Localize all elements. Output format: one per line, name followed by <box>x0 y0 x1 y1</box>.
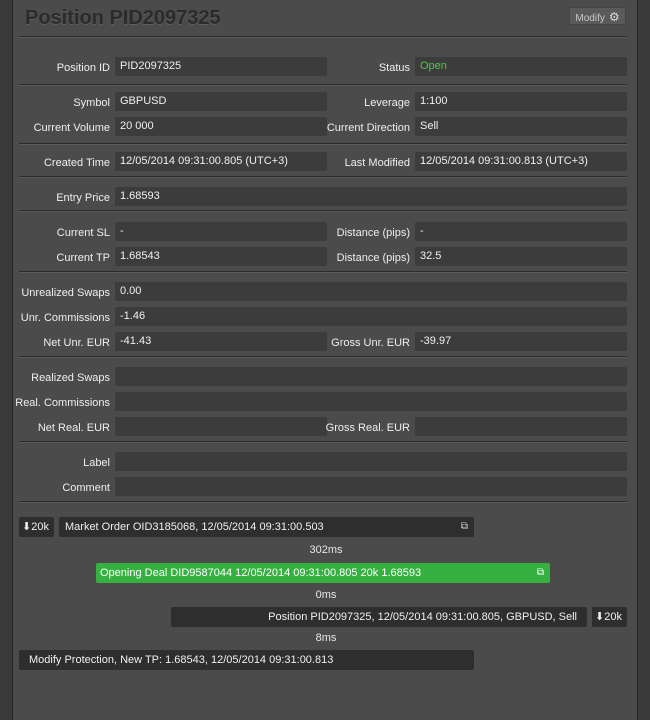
current-tp-label: Current TP <box>56 252 110 264</box>
position-item[interactable]: Position PID2097325, 12/05/2014 09:31:00… <box>171 607 587 627</box>
distance-sl-field: - <box>415 222 627 241</box>
gross-real-field <box>415 417 627 436</box>
gap-label-2: 0ms <box>315 589 337 601</box>
comment-field[interactable] <box>115 477 627 496</box>
last-modified-label: Last Modified <box>344 157 410 169</box>
current-direction-label: Current Direction <box>326 122 410 134</box>
symbol-label: Symbol <box>73 97 110 109</box>
modify-protection-text: Modify Protection, New TP: 1.68543, 12/0… <box>29 654 334 666</box>
current-tp-field: 1.68543 <box>115 247 327 266</box>
divider <box>19 501 627 503</box>
gross-unr-label: Gross Unr. EUR <box>331 337 410 349</box>
status-field: Open <box>415 57 627 76</box>
current-direction-field: Sell <box>415 117 627 136</box>
external-link-icon[interactable]: ⧉ <box>461 517 468 537</box>
position-id-field: PID2097325 <box>115 57 327 76</box>
entry-price-label: Entry Price <box>56 192 110 204</box>
net-unr-field: -41.43 <box>115 332 327 351</box>
gap-label-3: 8ms <box>315 632 337 644</box>
net-real-label: Net Real. EUR <box>37 422 110 434</box>
position-panel: Position PID2097325 Modify ⚙ Position ID … <box>12 0 638 720</box>
divider <box>19 36 627 38</box>
symbol-field: GBPUSD <box>115 92 327 111</box>
divider <box>19 356 627 358</box>
modify-protection-item[interactable]: Modify Protection, New TP: 1.68543, 12/0… <box>19 650 474 670</box>
divider <box>19 271 627 273</box>
unr-commissions-field: -1.46 <box>115 307 627 326</box>
position-id-label: Position ID <box>56 62 110 74</box>
last-modified-field: 12/05/2014 09:31:00.813 (UTC+3) <box>415 152 627 171</box>
real-commissions-field <box>115 392 627 411</box>
market-order-text: Market Order OID3185068, 12/05/2014 09:3… <box>65 521 324 533</box>
current-sl-field: - <box>115 222 327 241</box>
current-sl-label: Current SL <box>56 227 110 239</box>
arrow-down-icon: ⬇ <box>595 611 605 623</box>
external-link-icon[interactable]: ⧉ <box>537 563 544 583</box>
page-title: Position PID2097325 <box>25 7 221 29</box>
distance-tp-field: 32.5 <box>415 247 627 266</box>
distance-tp-label: Distance (pips) <box>336 252 410 264</box>
divider <box>19 210 627 212</box>
arrow-down-icon: ⬇ <box>22 521 32 533</box>
realized-swaps-field <box>115 367 627 386</box>
net-unr-label: Net Unr. EUR <box>43 337 110 349</box>
gear-icon: ⚙ <box>608 10 620 24</box>
opening-deal-item[interactable]: Opening Deal DID9587044 12/05/2014 09:31… <box>96 563 550 583</box>
position-text: Position PID2097325, 12/05/2014 09:31:00… <box>268 611 577 623</box>
market-order-item[interactable]: Market Order OID3185068, 12/05/2014 09:3… <box>59 517 474 537</box>
divider <box>19 176 627 178</box>
created-time-field: 12/05/2014 09:31:00.805 (UTC+3) <box>115 152 327 171</box>
unrealized-swaps-label: Unrealized Swaps <box>21 287 110 299</box>
label-field[interactable] <box>115 452 627 471</box>
current-volume-field: 20 000 <box>115 117 327 136</box>
divider <box>19 143 627 145</box>
order-volume-text: 20k <box>31 521 49 533</box>
opening-deal-text: Opening Deal DID9587044 12/05/2014 09:31… <box>100 567 422 579</box>
entry-price-field: 1.68593 <box>115 187 627 206</box>
gross-unr-field: -39.97 <box>415 332 627 351</box>
unr-commissions-label: Unr. Commissions <box>20 312 110 324</box>
comment-label: Comment <box>62 482 110 494</box>
position-volume-badge: ⬇20k <box>592 607 627 627</box>
order-volume-badge: ⬇20k <box>19 517 54 537</box>
label-label: Label <box>83 457 110 469</box>
status-label: Status <box>378 62 410 74</box>
modify-label: Modify <box>575 13 605 24</box>
divider <box>19 441 627 443</box>
modify-button[interactable]: Modify ⚙ <box>569 7 626 25</box>
real-commissions-label: Real. Commissions <box>15 397 110 409</box>
divider <box>19 84 627 86</box>
unrealized-swaps-field: 0.00 <box>115 282 627 301</box>
leverage-label: Leverage <box>364 97 410 109</box>
gross-real-label: Gross Real. EUR <box>325 422 410 434</box>
net-real-field <box>115 417 327 436</box>
position-volume-text: 20k <box>604 611 622 623</box>
distance-sl-label: Distance (pips) <box>336 227 410 239</box>
current-volume-label: Current Volume <box>33 122 110 134</box>
created-time-label: Created Time <box>43 157 110 169</box>
gap-label-1: 302ms <box>309 544 343 556</box>
realized-swaps-label: Realized Swaps <box>31 372 110 384</box>
leverage-field: 1:100 <box>415 92 627 111</box>
